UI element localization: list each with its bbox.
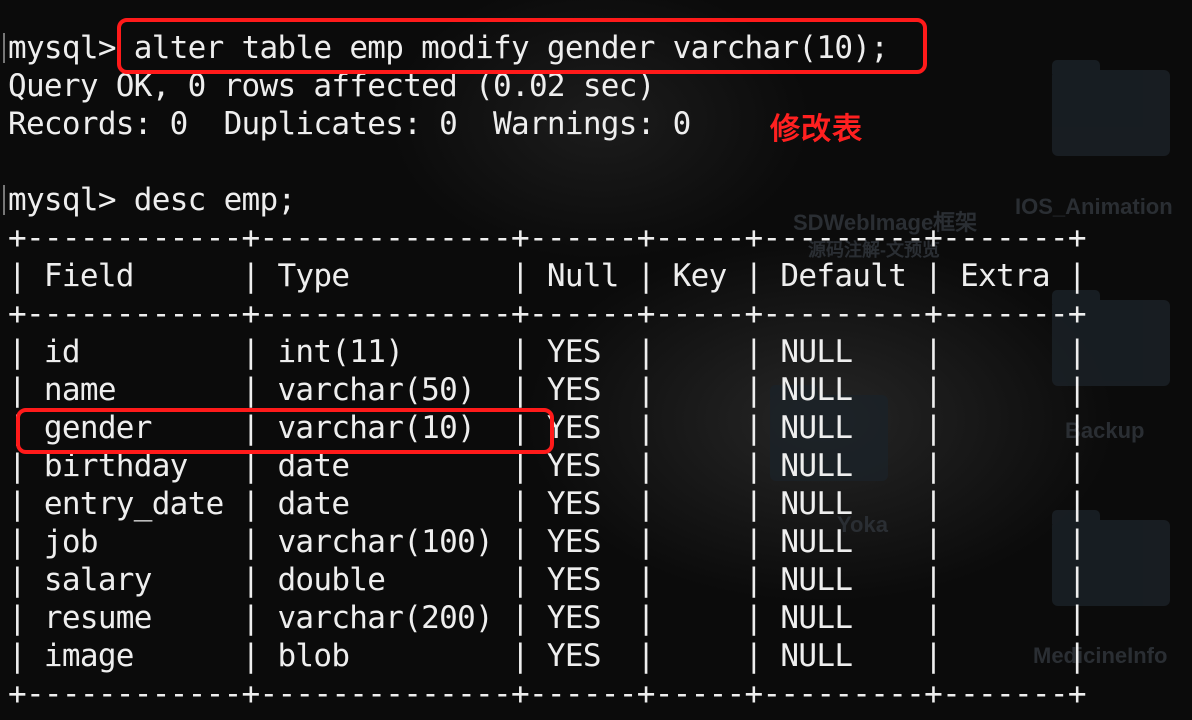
command-highlight-box [117, 18, 927, 74]
table-row: | resume | varchar(200) | YES | | NULL |… [8, 600, 1087, 636]
output-line: Records: 0 Duplicates: 0 Warnings: 0 [8, 106, 691, 142]
table-border: +------------+--------------+------+----… [8, 220, 1087, 256]
desc-command: desc emp; [133, 182, 296, 218]
table-row: | job | varchar(100) | YES | | NULL | | [8, 524, 1087, 560]
table-row: | id | int(11) | YES | | NULL | | [8, 334, 1087, 370]
gender-row-highlight-box [16, 408, 554, 454]
table-border: +------------+--------------+------+----… [8, 296, 1087, 332]
line-marker [3, 185, 5, 215]
table-header: | Field | Type | Null | Key | Default | … [8, 258, 1087, 294]
table-row: | entry_date | date | YES | | NULL | | [8, 486, 1087, 522]
table-row: | salary | double | YES | | NULL | | [8, 562, 1087, 598]
table-border: +------------+--------------+------+----… [8, 676, 1087, 712]
line-marker [3, 33, 5, 63]
table-row: | image | blob | YES | | NULL | | [8, 638, 1087, 674]
prompt: mysql> [8, 182, 116, 218]
annotation-label: 修改表 [770, 112, 863, 147]
command-line-2: mysql> desc emp; [8, 181, 296, 219]
table-row: | name | varchar(50) | YES | | NULL | | [8, 372, 1087, 408]
prompt: mysql> [8, 30, 116, 66]
terminal-window[interactable]: mysql> alter table emp modify gender var… [0, 0, 1192, 720]
